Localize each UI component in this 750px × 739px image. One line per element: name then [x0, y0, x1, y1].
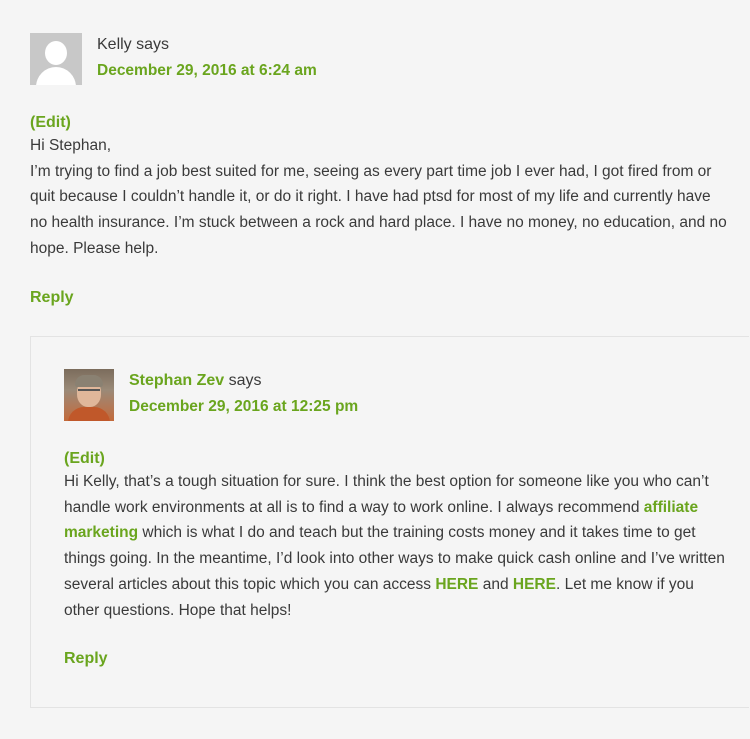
comment-date-link[interactable]: December 29, 2016 at 12:25 pm [129, 398, 358, 415]
comment-text: Hi Stephan, I’m trying to find a job bes… [30, 133, 730, 262]
comment-body: I’m trying to find a job best suited for… [30, 162, 727, 257]
comment-author: Kelly [97, 36, 132, 53]
comment-meta: Stephan Zev says December 29, 2016 at 12… [64, 369, 726, 421]
here-link-2[interactable]: HERE [513, 576, 556, 593]
comment-greeting: Hi Stephan, [30, 137, 111, 154]
comment-author-line: Stephan Zev says [129, 372, 358, 390]
comment-text-part: Hi Kelly, that’s a tough situation for s… [64, 473, 709, 516]
comment-author-line: Kelly says [97, 36, 317, 54]
says-label: says [136, 36, 170, 53]
edit-link[interactable]: (Edit) [30, 114, 71, 132]
comment-text-part: and [478, 575, 513, 593]
comment-stephan: Stephan Zev says December 29, 2016 at 12… [64, 369, 726, 668]
comment-author-block: Stephan Zev says December 29, 2016 at 12… [129, 369, 358, 416]
comment-meta: Kelly says December 29, 2016 at 6:24 am [30, 33, 730, 85]
comment-kelly: Kelly says December 29, 2016 at 6:24 am … [30, 33, 730, 307]
says-label: says [228, 372, 262, 389]
comment-date-link[interactable]: December 29, 2016 at 6:24 am [97, 62, 317, 79]
comment-text: Hi Kelly, that’s a tough situation for s… [64, 469, 726, 623]
comment-author-block: Kelly says December 29, 2016 at 6:24 am [97, 33, 317, 80]
author-avatar [64, 369, 114, 421]
default-avatar-icon [30, 33, 82, 85]
reply-link[interactable]: Reply [30, 289, 74, 307]
comment-author-link[interactable]: Stephan Zev [129, 372, 224, 389]
child-comment-container: Stephan Zev says December 29, 2016 at 12… [30, 336, 749, 708]
edit-link[interactable]: (Edit) [64, 450, 105, 468]
reply-link[interactable]: Reply [64, 650, 108, 668]
here-link-1[interactable]: HERE [435, 576, 478, 593]
